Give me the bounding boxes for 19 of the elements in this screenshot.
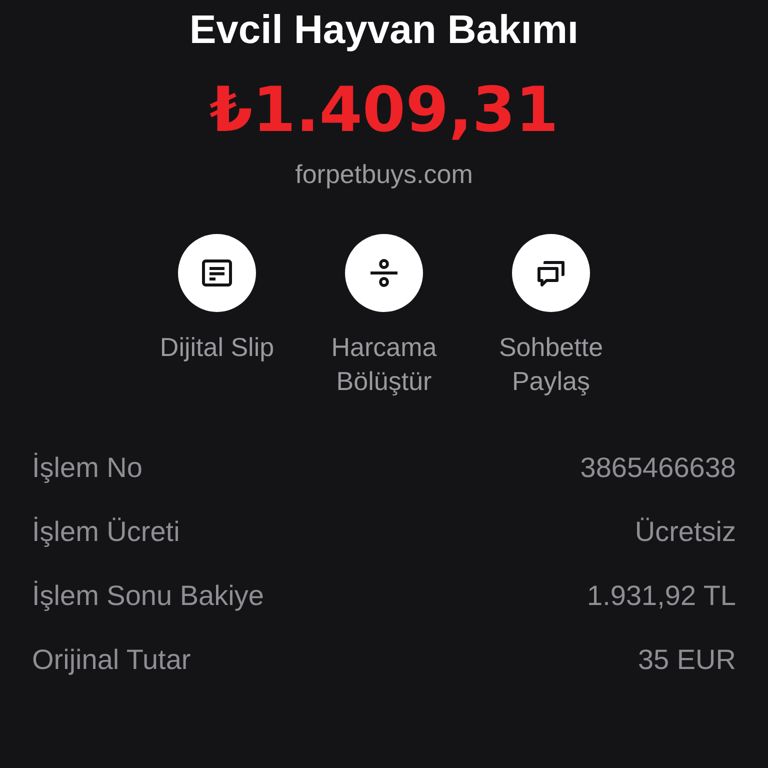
detail-label: Orijinal Tutar bbox=[32, 643, 191, 677]
detail-value: 1.931,92 TL bbox=[587, 579, 736, 613]
detail-label: İşlem No bbox=[32, 451, 142, 485]
action-button[interactable]: Sohbette Paylaş bbox=[472, 234, 630, 398]
action-label: Dijital Slip bbox=[160, 331, 274, 364]
action-label: Paylaş bbox=[512, 365, 590, 398]
amount: ₺1.409,31 bbox=[209, 74, 559, 146]
action-button[interactable]: Harcama Bölüştür bbox=[306, 234, 462, 398]
merchant-website: forpetbuys.com bbox=[295, 158, 473, 190]
merchant-title: Evcil Hayvan Bakımı bbox=[189, 7, 579, 54]
detail-label: İşlem Sonu Bakiye bbox=[32, 579, 264, 613]
action-label: Sohbette bbox=[498, 331, 604, 364]
detail-value: Ücretsiz bbox=[634, 515, 736, 549]
action-button[interactable]: Dijital Slip bbox=[138, 234, 296, 398]
action-label: Bölüştür bbox=[336, 365, 432, 398]
detail-value: 35 EUR bbox=[638, 643, 736, 677]
detail-label: İşlem Ücreti bbox=[32, 515, 180, 549]
detail-value: 3865466638 bbox=[580, 451, 736, 485]
action-label: Harcama bbox=[331, 331, 437, 364]
